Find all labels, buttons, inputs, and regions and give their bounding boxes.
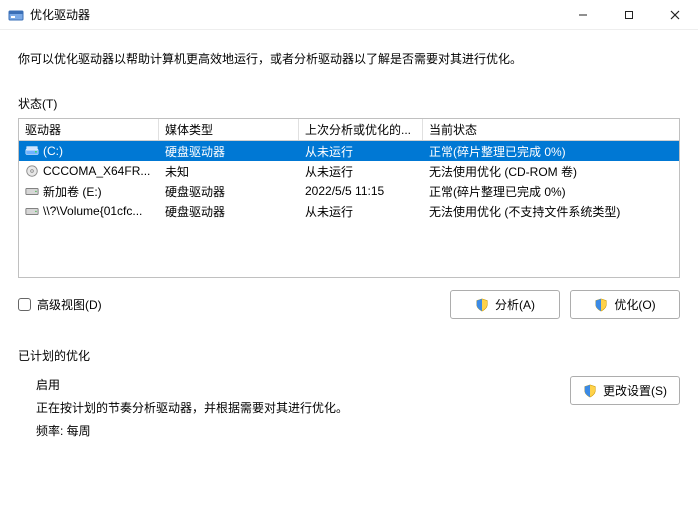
optimize-button[interactable]: 优化(O) — [570, 290, 680, 319]
advanced-view-label: 高级视图(D) — [37, 296, 102, 313]
drive-table: 驱动器 媒体类型 上次分析或优化的... 当前状态 (C:)硬盘驱动器从未运行正… — [18, 118, 680, 278]
drive-name: (C:) — [43, 144, 63, 158]
table-row[interactable]: 新加卷 (E:) 硬盘驱动器2022/5/5 11:15正常(碎片整理已完成 0%… — [19, 181, 679, 201]
scheduled-on-label: 启用 — [36, 376, 560, 393]
last-run: 从未运行 — [299, 161, 423, 182]
advanced-view-checkbox[interactable]: 高级视图(D) — [18, 296, 102, 313]
media-type: 硬盘驱动器 — [159, 181, 299, 202]
close-button[interactable] — [652, 0, 698, 29]
current-state: 无法使用优化 (CD-ROM 卷) — [423, 161, 679, 182]
media-type: 硬盘驱动器 — [159, 141, 299, 162]
table-row[interactable]: (C:) 硬盘驱动器从未运行正常(碎片整理已完成 0%) — [19, 141, 679, 161]
drive-name: 新加卷 (E:) — [43, 183, 102, 200]
media-type: 未知 — [159, 161, 299, 182]
shield-icon — [594, 298, 608, 312]
media-type: 硬盘驱动器 — [159, 201, 299, 222]
table-header: 驱动器 媒体类型 上次分析或优化的... 当前状态 — [19, 119, 679, 141]
maximize-button[interactable] — [606, 0, 652, 29]
shield-icon — [583, 384, 597, 398]
cd-drive-icon — [25, 164, 39, 178]
drive-name: CCCOMA_X64FR... — [43, 164, 150, 178]
status-label: 状态(T) — [18, 95, 680, 112]
description-text: 你可以优化驱动器以帮助计算机更高效地运行，或者分析驱动器以了解是否需要对其进行优… — [18, 50, 680, 67]
header-media[interactable]: 媒体类型 — [159, 119, 299, 140]
shield-icon — [475, 298, 489, 312]
header-drive[interactable]: 驱动器 — [19, 119, 159, 140]
scheduled-section-title: 已计划的优化 — [18, 347, 680, 364]
header-state[interactable]: 当前状态 — [423, 119, 679, 140]
os-drive-icon — [25, 144, 39, 158]
hdd-drive-icon — [25, 204, 39, 218]
scheduled-frequency: 频率: 每周 — [36, 422, 560, 439]
last-run: 2022/5/5 11:15 — [299, 182, 423, 200]
titlebar: 优化驱动器 — [0, 0, 698, 30]
last-run: 从未运行 — [299, 141, 423, 162]
table-row[interactable]: CCCOMA_X64FR... 未知从未运行无法使用优化 (CD-ROM 卷) — [19, 161, 679, 181]
table-row[interactable]: \\?\Volume{01cfc... 硬盘驱动器从未运行无法使用优化 (不支持文… — [19, 201, 679, 221]
scheduled-description: 正在按计划的节奏分析驱动器，并根据需要对其进行优化。 — [36, 399, 560, 416]
header-last[interactable]: 上次分析或优化的... — [299, 119, 423, 140]
current-state: 正常(碎片整理已完成 0%) — [423, 141, 679, 162]
window-title: 优化驱动器 — [30, 6, 90, 23]
app-icon — [8, 7, 24, 23]
change-settings-button[interactable]: 更改设置(S) — [570, 376, 680, 405]
analyze-button[interactable]: 分析(A) — [450, 290, 560, 319]
hdd-drive-icon — [25, 184, 39, 198]
minimize-button[interactable] — [560, 0, 606, 29]
drive-name: \\?\Volume{01cfc... — [43, 204, 142, 218]
last-run: 从未运行 — [299, 201, 423, 222]
current-state: 正常(碎片整理已完成 0%) — [423, 181, 679, 202]
current-state: 无法使用优化 (不支持文件系统类型) — [423, 201, 679, 222]
